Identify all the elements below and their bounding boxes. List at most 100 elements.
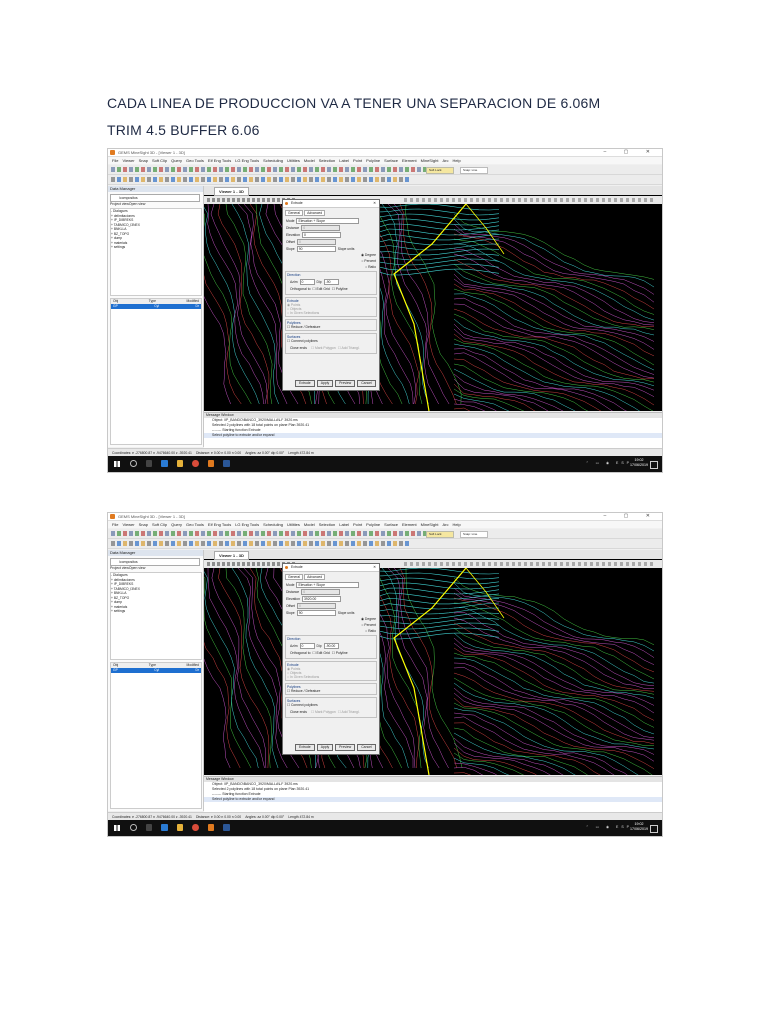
notification-icon[interactable] (650, 825, 658, 833)
object-list-row[interactable]: GP Cyl Dr (111, 304, 201, 309)
viewer-canvas[interactable] (204, 204, 662, 411)
word-icon[interactable] (223, 460, 230, 467)
search-icon[interactable] (130, 824, 137, 831)
extrude-options[interactable]: ◉ Points ○ Objects ○ In Given Selections (287, 303, 375, 315)
snap-dropdown[interactable]: Snap: Line (460, 531, 488, 538)
tab-viewer-3d[interactable]: Viewer 1 - 3D (214, 187, 249, 196)
viewer-canvas[interactable] (204, 568, 662, 775)
dialog-tabs[interactable]: General Advanced (285, 574, 377, 580)
toolbar-icons[interactable] (111, 167, 441, 172)
window-controls[interactable]: – ▢ ✕ (604, 513, 658, 519)
slope-units-group[interactable]: ◉ Degree ○ Percent ○ Ratio (286, 617, 376, 633)
project-tree[interactable]: - Dialogues + delimitaciones + IP_DIBREKS +… (110, 572, 202, 660)
slope-unit-radio[interactable]: ○ Percent (361, 259, 376, 263)
extrude-option[interactable]: ○ In Given Selections (287, 675, 375, 679)
cell[interactable]: Dr (196, 668, 199, 673)
viewer-tool-icons-2[interactable] (404, 198, 654, 202)
close-ends-options[interactable]: ☐ Mark Polygon ☐ Add Triangl. (309, 346, 360, 350)
close-ends-options[interactable]: ☐ Mark Polygon ☐ Add Triangl. (309, 710, 360, 714)
connect-checkbox[interactable]: ☐ Connect polylines (287, 703, 375, 707)
cell[interactable]: GP (113, 304, 118, 309)
toolbar-icons[interactable] (111, 531, 441, 536)
file-explorer-icon[interactable] (176, 824, 184, 831)
taskbar-apps[interactable] (130, 460, 230, 468)
search-icon[interactable] (130, 460, 137, 467)
soft-lock-dropdown[interactable]: Soft Lock (426, 167, 454, 174)
toolbar-icons-2[interactable] (111, 177, 411, 182)
viewer-tool-icons-2[interactable] (404, 562, 654, 566)
slope-unit-radio[interactable]: ◉ Degree (361, 617, 376, 621)
data-manager-tab[interactable]: Open view (129, 566, 146, 570)
task-view-icon[interactable] (145, 460, 153, 467)
mode-select[interactable]: Elevation + Slope (296, 217, 360, 224)
notification-icon[interactable] (650, 461, 658, 469)
dialog-tab[interactable]: General (285, 574, 304, 580)
data-manager-tabs[interactable]: Project viewOpen view (110, 202, 145, 206)
cell[interactable]: Dr (196, 304, 199, 309)
data-manager-tab[interactable]: Open view (129, 202, 146, 206)
slope-units-group[interactable]: ◉ Degree ○ Percent ○ Ratio (286, 253, 376, 269)
project-path-field[interactable]: \compositos (110, 194, 200, 202)
system-tray[interactable]: ⌃ ▭ ◉ ESP (586, 461, 632, 465)
distance-field[interactable]: 0 (301, 224, 341, 231)
polyline-checkbox[interactable]: ☐ Polyline (332, 651, 348, 655)
offset-field[interactable]: 0 (296, 238, 336, 245)
data-manager-tabs[interactable]: Project viewOpen view (110, 566, 145, 570)
edit-grid-checkbox[interactable]: ☐ Edit Grid (313, 287, 330, 291)
taskbar-clock[interactable]: 19:02 17/06/2019 (630, 822, 648, 832)
close-icon[interactable]: ✕ (373, 200, 376, 207)
offset-field[interactable]: 0 (296, 602, 336, 609)
azim-field[interactable]: 0 (299, 278, 315, 285)
elevation-field[interactable]: 3920.00 (301, 595, 341, 602)
snap-dropdown[interactable]: Snap: Line (460, 167, 488, 174)
minesight-icon[interactable] (207, 824, 215, 831)
data-manager-tab[interactable]: Project view (110, 566, 129, 570)
edit-grid-checkbox[interactable]: ☐ Edit Grid (313, 651, 330, 655)
window-controls[interactable]: – ▢ ✕ (604, 149, 658, 155)
cell[interactable]: Cyl (154, 668, 159, 673)
mode-select[interactable]: Elevation + Slope (296, 581, 360, 588)
slope-unit-radio[interactable]: ◉ Degree (361, 253, 376, 257)
dip-field[interactable]: -90 (323, 278, 339, 285)
dialog-tab[interactable]: Advanced (304, 210, 326, 216)
distance-field[interactable]: 0 (301, 588, 341, 595)
slope-field[interactable]: 90 (296, 609, 336, 616)
azim-field[interactable]: 0 (299, 642, 315, 649)
slope-unit-radio[interactable]: ○ Percent (361, 623, 376, 627)
task-view-icon[interactable] (145, 824, 153, 831)
polyline-checkbox[interactable]: ☐ Polyline (332, 287, 348, 291)
elevation-field[interactable]: 0 (301, 231, 341, 238)
tree-item[interactable]: + settings (111, 609, 201, 614)
close-ends-option[interactable]: ☐ Mark Polygon (311, 346, 336, 350)
cell[interactable]: Cyl (154, 304, 159, 309)
close-icon[interactable]: ✕ (373, 564, 376, 571)
tab-viewer-3d[interactable]: Viewer 1 - 3D (214, 551, 249, 560)
toolbar-icons-2[interactable] (111, 541, 411, 546)
close-ends-option[interactable]: ☐ Add Triangl. (338, 710, 360, 714)
dialog-tab[interactable]: General (285, 210, 304, 216)
minesight-icon[interactable] (207, 460, 215, 467)
project-tree[interactable]: - Dialogues + delimitaciones + IP_DIBREKS +… (110, 208, 202, 296)
dialog-tab[interactable]: Advanced (304, 574, 326, 580)
chrome-icon[interactable] (192, 824, 199, 831)
taskbar-clock[interactable]: 19:02 17/06/2019 (630, 458, 648, 468)
close-ends-option[interactable]: ☐ Mark Polygon (311, 710, 336, 714)
object-list[interactable]: Obj Type Modified GP Cyl Dr (110, 662, 202, 809)
system-tray[interactable]: ⌃ ▭ ◉ ESP (586, 825, 632, 829)
cell[interactable]: GP (113, 668, 118, 673)
extrude-option[interactable]: ○ In Given Selections (287, 311, 375, 315)
slope-field[interactable]: 90 (296, 245, 336, 252)
object-list-row[interactable]: GP Cyl Dr (111, 668, 201, 673)
word-icon[interactable] (223, 824, 230, 831)
dialog-tabs[interactable]: General Advanced (285, 210, 377, 216)
tree-item[interactable]: + settings (111, 245, 201, 250)
close-ends-option[interactable]: ☐ Add Triangl. (338, 346, 360, 350)
connect-checkbox[interactable]: ☐ Connect polylines (287, 339, 375, 343)
windows-start-icon[interactable] (114, 825, 120, 831)
reduce-checkbox[interactable]: ☐ Reduce / Defeature (287, 689, 375, 693)
object-list[interactable]: Obj Type Modified GP Cyl Dr (110, 298, 202, 445)
extrude-options[interactable]: ◉ Points ○ Objects ○ In Given Selections (287, 667, 375, 679)
soft-lock-dropdown[interactable]: Soft Lock (426, 531, 454, 538)
slope-unit-radio[interactable]: ○ Ratio (365, 265, 376, 269)
edge-icon[interactable] (161, 824, 168, 831)
